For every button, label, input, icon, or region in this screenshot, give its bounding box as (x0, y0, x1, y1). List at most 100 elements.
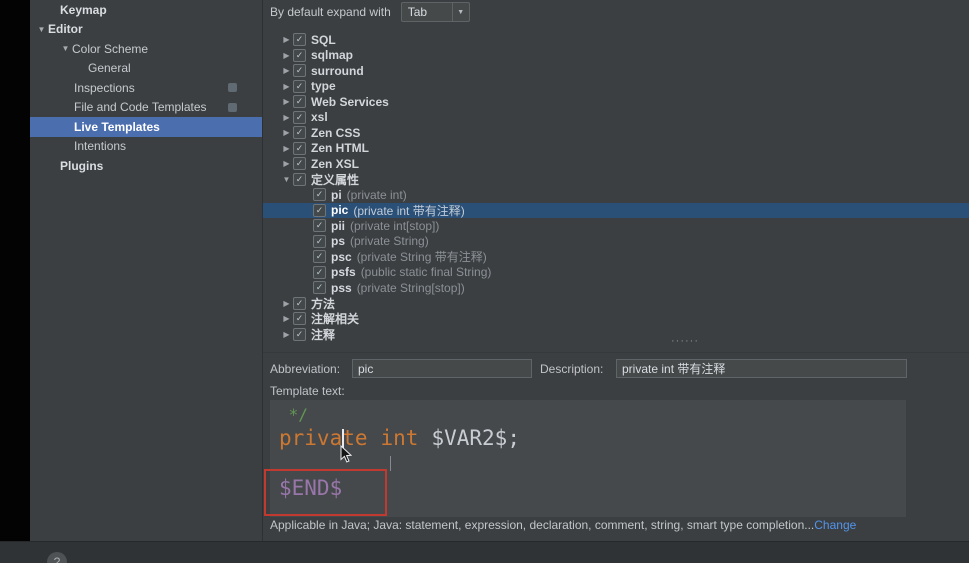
code-declaration-line: private int $VAR2$; (279, 426, 520, 450)
tree-group-surround[interactable]: ▶ ✓ surround (263, 63, 969, 79)
chevron-right-icon[interactable]: ▶ (280, 113, 293, 122)
checkbox-checked-icon[interactable]: ✓ (293, 172, 306, 186)
checkbox-checked-icon[interactable]: ✓ (293, 296, 306, 310)
sidebar-item-live-templates[interactable]: Live Templates (30, 117, 262, 137)
sidebar-item-file-and-code-templates[interactable]: File and Code Templates (30, 98, 262, 118)
template-text-editor[interactable]: */ private int $VAR2$; $END$ (264, 400, 906, 517)
checkbox-checked-icon[interactable]: ✓ (313, 265, 326, 279)
tree-group-xsl[interactable]: ▶ ✓ xsl (263, 110, 969, 126)
checkbox-checked-icon[interactable]: ✓ (293, 327, 306, 341)
checkbox-checked-icon[interactable]: ✓ (313, 250, 326, 264)
chevron-right-icon[interactable]: ▶ (280, 51, 293, 60)
template-description: (private int) (346, 187, 407, 202)
sidebar-item-inspections[interactable]: Inspections (30, 78, 262, 98)
tree-group-annotation-related[interactable]: ▶ ✓ 注解相关 (263, 311, 969, 327)
sidebar-item-keymap[interactable]: Keymap (30, 0, 262, 20)
checkbox-checked-icon[interactable]: ✓ (293, 48, 306, 62)
keyword-private: private (279, 426, 368, 450)
checkbox-checked-icon[interactable]: ✓ (313, 281, 326, 295)
sidebar-item-editor[interactable]: ▼ Editor (30, 20, 262, 40)
text-cursor-ibeam (390, 456, 391, 471)
tree-group-zen-xsl[interactable]: ▶ ✓ Zen XSL (263, 156, 969, 172)
splitter-grip-icon[interactable]: ······ (671, 335, 699, 347)
chevron-down-icon[interactable]: ▼ (35, 25, 48, 34)
chevron-right-icon[interactable]: ▶ (280, 330, 293, 339)
template-description: (private String[stop]) (356, 280, 465, 295)
tree-item-psc[interactable]: ✓ psc (private String 带有注释) (263, 249, 969, 265)
sidebar-item-label: File and Code Templates (74, 100, 207, 115)
checkbox-checked-icon[interactable]: ✓ (293, 95, 306, 109)
tree-group-label: Zen HTML (311, 141, 369, 156)
chevron-right-icon[interactable]: ▶ (280, 82, 293, 91)
tree-group-sqlmap[interactable]: ▶ ✓ sqlmap (263, 48, 969, 64)
template-description: (private int[stop]) (350, 218, 440, 233)
tree-item-pic[interactable]: ✓ pic (private int 带有注释) (263, 202, 969, 218)
template-description: (public static final String) (360, 265, 492, 280)
sidebar-item-intentions[interactable]: Intentions (30, 137, 262, 157)
sidebar-item-label: Editor (48, 22, 83, 37)
checkbox-checked-icon[interactable]: ✓ (293, 79, 306, 93)
live-templates-panel: By default expand with Tab ▼ ▶ ✓ SQL ▶ ✓… (263, 0, 969, 541)
applicable-context-row: Applicable in Java; Java: statement, exp… (270, 518, 856, 532)
tree-group-label: sqlmap (311, 48, 354, 63)
tree-item-pss[interactable]: ✓ pss (private String[stop]) (263, 280, 969, 296)
template-variable-var2: $VAR2$ (431, 426, 508, 450)
tree-group-zen-html[interactable]: ▶ ✓ Zen HTML (263, 141, 969, 157)
checkbox-checked-icon[interactable]: ✓ (293, 33, 306, 47)
checkbox-checked-icon[interactable]: ✓ (293, 141, 306, 155)
sidebar-item-label: General (88, 61, 131, 76)
help-button[interactable]: ? (47, 552, 67, 563)
checkbox-checked-icon[interactable]: ✓ (313, 203, 326, 217)
tree-group-web-services[interactable]: ▶ ✓ Web Services (263, 94, 969, 110)
chevron-right-icon[interactable]: ▶ (280, 299, 293, 308)
expand-with-dropdown[interactable]: Tab ▼ (400, 2, 470, 22)
tree-group-label: xsl (311, 110, 328, 125)
sidebar-item-label: Plugins (60, 158, 104, 173)
chevron-down-icon[interactable]: ▼ (280, 175, 293, 184)
settings-window: Keymap ▼ Editor ▼ Color Scheme General I… (0, 0, 969, 563)
chevron-down-icon[interactable]: ▼ (451, 3, 469, 21)
tree-group-methods[interactable]: ▶ ✓ 方法 (263, 296, 969, 312)
checkbox-checked-icon[interactable]: ✓ (293, 110, 306, 124)
tree-group-zen-css[interactable]: ▶ ✓ Zen CSS (263, 125, 969, 141)
chevron-right-icon[interactable]: ▶ (280, 144, 293, 153)
expand-with-row: By default expand with Tab ▼ (263, 0, 470, 24)
checkbox-checked-icon[interactable]: ✓ (293, 126, 306, 140)
modified-indicator-icon (228, 102, 237, 112)
chevron-right-icon[interactable]: ▶ (280, 159, 293, 168)
tree-item-pii[interactable]: ✓ pii (private int[stop]) (263, 218, 969, 234)
checkbox-checked-icon[interactable]: ✓ (313, 188, 326, 202)
sidebar-item-label: Inspections (74, 80, 135, 95)
chevron-right-icon[interactable]: ▶ (280, 66, 293, 75)
sidebar-item-plugins[interactable]: Plugins (30, 156, 262, 176)
checkbox-checked-icon[interactable]: ✓ (293, 64, 306, 78)
mouse-pointer-icon (340, 445, 352, 463)
tree-group-define-attributes[interactable]: ▼ ✓ 定义属性 (263, 172, 969, 188)
chevron-right-icon[interactable]: ▶ (280, 35, 293, 44)
abbreviation-input[interactable] (352, 359, 532, 378)
tree-group-sql[interactable]: ▶ ✓ SQL (263, 32, 969, 48)
sidebar-item-label: Keymap (60, 2, 107, 17)
tree-item-ps[interactable]: ✓ ps (private String) (263, 234, 969, 250)
tree-group-type[interactable]: ▶ ✓ type (263, 79, 969, 95)
code-comment-line: */ (279, 405, 308, 424)
tree-group-comments[interactable]: ▶ ✓ 注释 (263, 327, 969, 343)
chevron-right-icon[interactable]: ▶ (280, 314, 293, 323)
description-label: Description: (540, 362, 604, 376)
checkbox-checked-icon[interactable]: ✓ (293, 157, 306, 171)
checkbox-checked-icon[interactable]: ✓ (313, 219, 326, 233)
tree-item-pi[interactable]: ✓ pi (private int) (263, 187, 969, 203)
change-link[interactable]: Change (814, 518, 856, 532)
template-abbreviation: ps (331, 234, 346, 249)
checkbox-checked-icon[interactable]: ✓ (293, 312, 306, 326)
sidebar-item-color-scheme[interactable]: ▼ Color Scheme (30, 39, 262, 59)
sidebar-item-general[interactable]: General (30, 59, 262, 79)
chevron-right-icon[interactable]: ▶ (280, 97, 293, 106)
description-input[interactable] (616, 359, 907, 378)
chevron-down-icon[interactable]: ▼ (59, 44, 72, 53)
dialog-footer: ? (0, 541, 969, 563)
checkbox-checked-icon[interactable]: ✓ (313, 234, 326, 248)
template-abbreviation: pss (331, 280, 352, 295)
chevron-right-icon[interactable]: ▶ (280, 128, 293, 137)
tree-item-psfs[interactable]: ✓ psfs (public static final String) (263, 265, 969, 281)
